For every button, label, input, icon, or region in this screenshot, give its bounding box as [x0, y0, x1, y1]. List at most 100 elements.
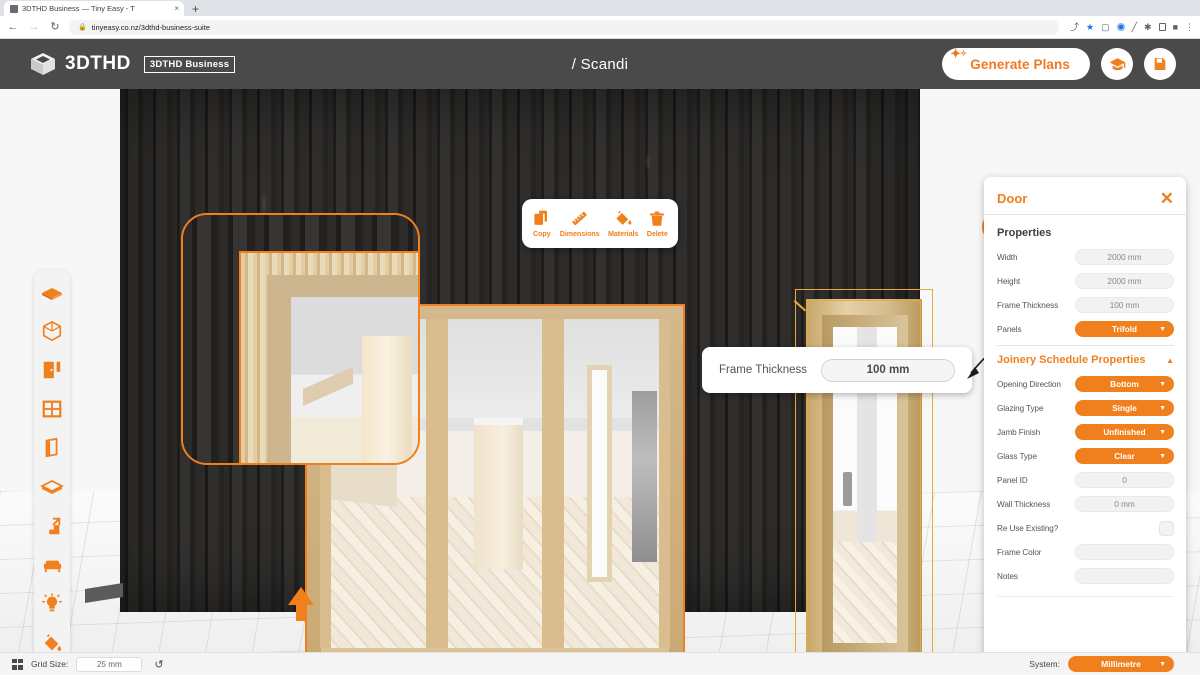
- paint-bucket-icon: [616, 210, 632, 225]
- property-checkbox[interactable]: [1159, 520, 1174, 536]
- system-units-dropdown[interactable]: Millimetre ▼: [1068, 656, 1174, 672]
- panel-divider: [997, 596, 1173, 597]
- property-value[interactable]: 0 mm: [1075, 496, 1174, 512]
- sofa-icon: [43, 560, 61, 573]
- sidebar-item-wall[interactable]: [34, 429, 70, 466]
- eyedropper-icon[interactable]: ╱: [1132, 22, 1137, 32]
- trailer-base-icon: [42, 287, 62, 300]
- browser-tab[interactable]: 3DTHD Business — Tiny Easy - T ×: [4, 1, 184, 16]
- property-value[interactable]: 0: [1075, 472, 1174, 488]
- callout-value[interactable]: 100 mm: [820, 358, 955, 382]
- property-label: Notes: [997, 571, 1018, 581]
- chevron-down-icon: ▼: [1159, 660, 1166, 668]
- sidebar-item-furniture[interactable]: [34, 546, 70, 583]
- brand-name: 3DTHD: [65, 53, 131, 74]
- address-bar[interactable]: 🔒 tinyeasy.co.nz/3dthd-business-suite: [69, 19, 1059, 35]
- property-dropdown[interactable]: Bottom ▼: [1075, 376, 1174, 392]
- property-row: Glazing Type Single ▼: [997, 398, 1174, 418]
- property-dropdown[interactable]: Unfinished ▼: [1075, 424, 1174, 440]
- workspace: Copy Dimensions Materials Delete Frame T…: [0, 89, 1200, 675]
- brand[interactable]: 3DTHD 3DTHD Business: [0, 51, 236, 77]
- property-dropdown[interactable]: Clear ▼: [1075, 448, 1174, 464]
- sidebar-item-trailer-base[interactable]: [34, 273, 70, 310]
- browser-tabstrip: 3DTHD Business — Tiny Easy - T × +: [0, 0, 1200, 16]
- joinery-heading-label: Joinery Schedule Properties: [997, 354, 1146, 366]
- sidebar-item-room[interactable]: [34, 312, 70, 349]
- copy-button[interactable]: Copy: [532, 209, 551, 238]
- property-row: Panel ID 0: [997, 470, 1174, 490]
- property-value[interactable]: [1075, 544, 1174, 560]
- property-label: Opening Direction: [997, 379, 1061, 389]
- sidebar-item-floor[interactable]: [34, 468, 70, 505]
- property-label: Height: [997, 276, 1021, 286]
- sidebar-item-window[interactable]: [34, 390, 70, 427]
- door-handle: [843, 472, 853, 507]
- delete-button[interactable]: Delete: [647, 210, 668, 238]
- property-label: Width: [997, 252, 1018, 262]
- property-value[interactable]: 2000 mm: [1075, 249, 1174, 265]
- frame-thickness-callout: Frame Thickness 100 mm: [702, 347, 972, 393]
- grid-size-input[interactable]: 25 mm: [76, 656, 143, 672]
- property-dropdown[interactable]: Single ▼: [1075, 400, 1174, 416]
- chevron-down-icon: ▼: [1159, 380, 1166, 388]
- back-icon[interactable]: ←: [6, 21, 20, 33]
- menu-icon[interactable]: ⋮: [1185, 22, 1194, 32]
- property-dropdown[interactable]: Trifold ▼: [1075, 321, 1174, 337]
- property-value-text: 2000 mm: [1107, 252, 1142, 262]
- panel-title: Door: [997, 191, 1028, 206]
- sidebar-item-door[interactable]: [34, 351, 70, 388]
- property-label: Frame Thickness: [997, 300, 1059, 310]
- system-label: System:: [1029, 659, 1060, 669]
- property-value[interactable]: 2000 mm: [1075, 273, 1174, 289]
- sidebar-item-stairs[interactable]: [34, 507, 70, 544]
- property-label: Jamb Finish: [997, 427, 1041, 437]
- grid-size-label: Grid Size:: [31, 659, 69, 669]
- reset-icon[interactable]: ↺: [154, 658, 163, 671]
- glass-pane: [553, 319, 670, 648]
- close-icon[interactable]: ✕: [1160, 190, 1174, 207]
- property-row: Re Use Existing?: [997, 518, 1174, 538]
- property-row: Frame Color: [997, 542, 1174, 562]
- ruler-icon: [572, 211, 587, 226]
- sidebar-item-lighting[interactable]: [34, 585, 70, 622]
- materials-button[interactable]: Materials: [608, 209, 638, 238]
- left-tool-rail: [34, 270, 70, 675]
- properties-panel: Door ✕ Properties Width 2000 mm Height 2000…: [984, 177, 1186, 669]
- property-value-text: Unfinished: [1103, 427, 1146, 437]
- trash-icon: [650, 211, 664, 226]
- close-icon[interactable]: ×: [174, 4, 179, 13]
- property-row: Panels Trifold ▼: [997, 319, 1174, 339]
- reload-icon[interactable]: ↻: [48, 21, 62, 33]
- browser-toolbar: ← → ↻ 🔒 tinyeasy.co.nz/3dthd-business-su…: [0, 16, 1200, 39]
- window-icon: [42, 400, 62, 417]
- bookmark-star-icon[interactable]: ★: [1086, 22, 1094, 32]
- wall-icon: [45, 437, 58, 457]
- learn-button[interactable]: [1101, 48, 1133, 80]
- new-tab-button[interactable]: +: [184, 3, 205, 16]
- sidepanel-icon[interactable]: [1158, 23, 1166, 31]
- joinery-heading[interactable]: Joinery Schedule Properties ▲: [997, 345, 1174, 366]
- grid-icon: [12, 658, 23, 670]
- browser-chrome: 3DTHD Business — Tiny Easy - T × + ← → ↻…: [0, 0, 1200, 39]
- property-value[interactable]: [1075, 568, 1174, 584]
- graduation-cap-icon: [1109, 57, 1125, 70]
- account-icon[interactable]: ■: [1173, 22, 1178, 32]
- property-value[interactable]: 100 mm: [1075, 297, 1174, 313]
- materials-label: Materials: [608, 229, 639, 238]
- dimensions-button[interactable]: Dimensions: [560, 209, 600, 238]
- generate-plans-button[interactable]: ✦ ✧ Generate Plans: [942, 46, 1090, 80]
- resize-handle-up-stem[interactable]: [296, 603, 306, 621]
- joinery-list: Opening Direction Bottom ▼ Glazing Type Sing…: [997, 374, 1174, 586]
- profile-icon[interactable]: [1116, 23, 1125, 31]
- cast-icon[interactable]: ▢: [1101, 22, 1110, 32]
- forward-icon[interactable]: →: [27, 21, 41, 33]
- share-icon[interactable]: ⤴: [1070, 22, 1079, 32]
- chevron-down-icon: ▼: [1159, 452, 1166, 460]
- extensions-icon[interactable]: ✱: [1144, 22, 1152, 32]
- chevron-up-icon: ▲: [1166, 355, 1174, 365]
- panel-body: Properties Width 2000 mm Height 2000 mm Fram…: [984, 215, 1186, 590]
- tab-title: 3DTHD Business — Tiny Easy - T: [22, 4, 135, 13]
- property-label: Re Use Existing?: [997, 523, 1059, 533]
- save-button[interactable]: [1144, 48, 1176, 80]
- stairs-icon: [43, 517, 61, 534]
